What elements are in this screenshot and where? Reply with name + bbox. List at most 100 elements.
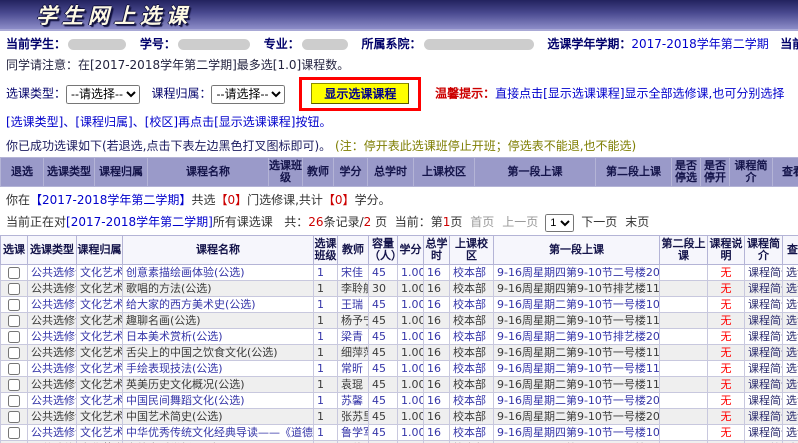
course-name-cell: 手绘表现技法(公选) <box>123 360 314 376</box>
course-intro-cell[interactable]: 课程简介 <box>745 328 783 344</box>
filter-controls: 选课类型：--请选择-- 课程归属：--请选择-- 显示选课课程 温馨提示：直接… <box>0 74 798 136</box>
pager-record-count: 26 <box>308 215 323 229</box>
course-intro-cell[interactable]: 课程简介 <box>745 264 783 280</box>
course-intro-cell[interactable]: 课程简介 <box>745 360 783 376</box>
course-type-cell: 公共选修课 <box>28 408 77 424</box>
course-teacher-cell: 张苏里 <box>338 408 369 424</box>
course-capacity-cell: 45 <box>369 264 398 280</box>
course-capacity-cell: 45 <box>369 392 398 408</box>
course-category-cell: 文化艺术类 <box>77 296 123 312</box>
course-view-cell[interactable]: 选课情况 <box>783 360 798 376</box>
selected-header-1: 选课类型 <box>44 158 95 187</box>
major-label: 专业： <box>264 37 300 51</box>
course-view-cell[interactable]: 选课情况 <box>783 312 798 328</box>
course-intro-cell[interactable]: 课程简介 <box>745 280 783 296</box>
course-schedule1-cell: 9-16周星期二第9-10节一号楼203室(70人) <box>494 408 660 424</box>
course-intro-cell[interactable]: 课程简介 <box>745 296 783 312</box>
summary-text: 共选 <box>191 193 215 207</box>
last-page-link[interactable]: 末页 <box>625 215 649 229</box>
course-hours-cell: 16 <box>424 312 450 328</box>
course-intro-cell[interactable]: 课程简介 <box>745 376 783 392</box>
course-select-checkbox[interactable] <box>8 315 20 327</box>
summary-count-courses: 【0】 <box>215 193 247 207</box>
course-name-cell: 日本美术赏析(公选) <box>123 328 314 344</box>
course-schedule1-cell: 9-16周星期二第9-10节一号楼102室(50人) <box>494 296 660 312</box>
course-view-cell[interactable]: 选课情况 <box>783 296 798 312</box>
course-intro-cell[interactable]: 课程简介 <box>745 408 783 424</box>
show-courses-button[interactable]: 显示选课课程 <box>311 83 409 104</box>
selected-courses-header-row: 退选选课类型课程归属课程名称选课班级教师学分总学时上课校区第一段上课第二段上课是… <box>1 158 798 187</box>
course-select-checkbox[interactable] <box>8 267 20 279</box>
course-schedule2-cell <box>660 360 708 376</box>
course-header-12: 课程说明 <box>708 235 745 264</box>
course-class-no-cell: 1 <box>314 360 338 376</box>
course-type-select[interactable]: --请选择-- <box>66 85 140 104</box>
course-select-checkbox[interactable] <box>8 411 20 423</box>
course-view-cell[interactable]: 选课情况 <box>783 328 798 344</box>
course-capacity-cell: 45 <box>369 424 398 440</box>
course-intro-cell[interactable]: 课程简介 <box>745 424 783 440</box>
course-view-cell[interactable]: 选课情况 <box>783 424 798 440</box>
course-teacher-cell: 常昕 <box>338 360 369 376</box>
course-select-checkbox[interactable] <box>8 395 20 407</box>
available-courses-header-row: 选课选课类型课程归属课程名称选课班级教师容量（人）学分总学时上课校区第一段上课第… <box>1 235 798 264</box>
course-category-cell: 文化艺术类 <box>77 280 123 296</box>
selected-header-14: 查看 <box>773 158 798 187</box>
course-class-no-cell: 1 <box>314 264 338 280</box>
course-type-cell: 公共选修课 <box>28 424 77 440</box>
course-select-checkbox[interactable] <box>8 299 20 311</box>
selected-header-12: 是否停开 <box>701 158 730 187</box>
course-header-5: 教师 <box>338 235 369 264</box>
course-credit-cell: 1.00 <box>398 280 424 296</box>
course-select-cell <box>1 328 28 344</box>
course-hours-cell: 16 <box>424 408 450 424</box>
course-type-cell: 公共选修课 <box>28 264 77 280</box>
course-schedule2-cell <box>660 376 708 392</box>
course-schedule1-cell: 9-16周星期二第9-10节一号楼110室(50人) <box>494 312 660 328</box>
course-category-select[interactable]: --请选择-- <box>211 85 285 104</box>
course-select-checkbox[interactable] <box>8 363 20 375</box>
course-select-checkbox[interactable] <box>8 379 20 391</box>
selected-courses-table: 退选选课类型课程归属课程名称选课班级教师学分总学时上课校区第一段上课第二段上课是… <box>0 157 798 187</box>
course-view-cell[interactable]: 选课情况 <box>783 376 798 392</box>
course-type-cell: 公共选修课 <box>28 328 77 344</box>
page-title: 学生网上选课 <box>36 0 192 30</box>
course-select-checkbox[interactable] <box>8 347 20 359</box>
course-capacity-cell: 45 <box>369 376 398 392</box>
pagination-bar: 当前正在对[2017-2018学年第二学期]所有课选课 共：26条记录/2 页 … <box>0 210 798 235</box>
course-header-0: 选课 <box>1 235 28 264</box>
course-note-cell: 无 <box>708 376 745 392</box>
course-view-cell[interactable]: 选课情况 <box>783 344 798 360</box>
course-intro-cell[interactable]: 课程简介 <box>745 392 783 408</box>
course-schedule2-cell <box>660 312 708 328</box>
course-credit-cell: 1.00 <box>398 392 424 408</box>
course-schedule2-cell <box>660 280 708 296</box>
selected-header-3: 课程名称 <box>148 158 269 187</box>
selected-note-aside: (注：停开表此选课班停止开班；停选表不能退,也不能选) <box>335 139 636 153</box>
selected-header-7: 总学时 <box>368 158 414 187</box>
course-select-checkbox[interactable] <box>8 283 20 295</box>
course-note-cell: 无 <box>708 344 745 360</box>
course-view-cell[interactable]: 选课情况 <box>783 408 798 424</box>
course-view-cell[interactable]: 选课情况 <box>783 264 798 280</box>
course-note-cell: 无 <box>708 408 745 424</box>
course-select-checkbox[interactable] <box>8 427 20 439</box>
course-view-cell[interactable]: 选课情况 <box>783 280 798 296</box>
course-header-9: 上课校区 <box>450 235 494 264</box>
course-campus-cell: 校本部 <box>450 424 494 440</box>
course-view-cell[interactable]: 选课情况 <box>783 392 798 408</box>
next-page-link[interactable]: 下一页 <box>581 215 617 229</box>
course-select-cell <box>1 280 28 296</box>
course-intro-cell[interactable]: 课程简介 <box>745 312 783 328</box>
page-select[interactable]: 1 <box>545 214 574 232</box>
course-select-checkbox[interactable] <box>8 331 20 343</box>
course-category-cell: 文化艺术类 <box>77 360 123 376</box>
selected-header-11: 是否停选 <box>672 158 701 187</box>
term-value: 2017-2018学年第二学期 <box>631 37 768 51</box>
course-schedule2-cell <box>660 296 708 312</box>
course-name-cell: 英美历史文化概况(公选) <box>123 376 314 392</box>
course-schedule1-cell: 9-16周星期二第9-10节一号楼114室(50人) <box>494 360 660 376</box>
course-intro-cell[interactable]: 课程简介 <box>745 344 783 360</box>
course-capacity-cell: 45 <box>369 408 398 424</box>
course-type-cell: 公共选修课 <box>28 296 77 312</box>
